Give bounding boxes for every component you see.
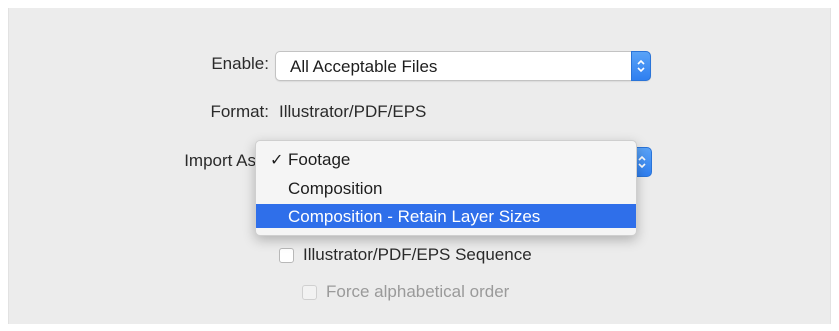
format-value: Illustrator/PDF/EPS [279,102,427,121]
import-as-popup-menu: ✓ Footage Composition Composition - Reta… [255,140,637,236]
checkmark-icon: ✓ [270,152,284,169]
alpha-order-checkbox-label[interactable]: Force alphabetical order [326,282,509,302]
sequence-checkbox[interactable] [279,248,294,263]
format-label: Format: [210,102,269,121]
enable-select[interactable]: All Acceptable Files [275,51,651,81]
import-as-label: Import As [184,151,256,170]
menu-item-label: Composition - Retain Layer Sizes [288,207,541,226]
enable-select-value: All Acceptable Files [290,57,438,76]
alpha-order-checkbox[interactable] [302,285,317,300]
menu-item-footage[interactable]: ✓ Footage [256,147,636,171]
menu-item-label: Footage [288,150,351,169]
menu-item-composition[interactable]: Composition [256,176,636,200]
chevron-up-down-icon[interactable] [631,51,651,81]
enable-label: Enable: [211,54,269,73]
window-top-strip [0,0,839,8]
menu-item-label: Composition [288,179,383,198]
sequence-checkbox-label[interactable]: Illustrator/PDF/EPS Sequence [303,245,532,265]
menu-item-composition-retain-layer-sizes[interactable]: Composition - Retain Layer Sizes [256,204,636,228]
